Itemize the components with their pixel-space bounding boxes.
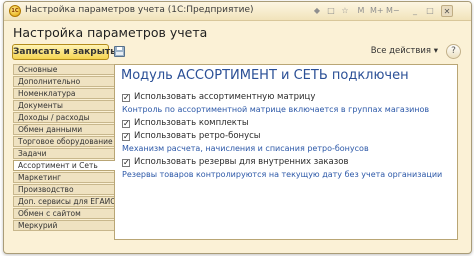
option-kits[interactable]: ✓ Использовать комплекты <box>122 118 249 128</box>
reserves-control-link[interactable]: Резервы товаров контролируются на текущу… <box>122 170 442 179</box>
tab-assortment-network[interactable]: Ассортимент и Сеть <box>13 160 115 171</box>
settings-tabs: Основные Дополнительно Номенклатура Доку… <box>13 64 115 232</box>
assortment-matrix-link[interactable]: Контроль по ассортиментной матрице включ… <box>122 105 429 114</box>
maximize-button[interactable]: □ <box>424 5 436 17</box>
tab-nomenclature[interactable]: Номенклатура <box>13 88 114 99</box>
tab-mercury[interactable]: Меркурий <box>13 220 114 231</box>
module-heading: Модуль АССОРТИМЕНТ и СЕТЬ подключен <box>121 68 409 83</box>
checkbox-retro-bonuses[interactable]: ✓ <box>122 133 130 141</box>
memory-plus-button[interactable]: M+ <box>370 5 384 17</box>
tab-production[interactable]: Производство <box>13 184 114 195</box>
all-actions-menu[interactable]: Все действия ▾ <box>371 46 438 56</box>
help-button[interactable]: ? <box>446 44 461 59</box>
link-icon[interactable]: ◆ <box>311 5 323 17</box>
label-kits: Использовать комплекты <box>134 118 249 128</box>
option-internal-order-reserves[interactable]: ✓ Использовать резервы для внутренних зак… <box>122 157 349 167</box>
page-title: Настройка параметров учета <box>13 25 208 40</box>
option-assortment-matrix[interactable]: ✓ Использовать ассортиментную матрицу <box>122 92 315 102</box>
tab-basic[interactable]: Основные <box>13 64 114 75</box>
checkbox-internal-order-reserves[interactable]: ✓ <box>122 159 130 167</box>
checkbox-kits[interactable]: ✓ <box>122 120 130 128</box>
save-and-close-button[interactable]: Записать и закрыть <box>12 44 116 60</box>
tab-tasks[interactable]: Задачи <box>13 148 114 159</box>
memory-m-button[interactable]: M <box>355 5 367 17</box>
window-title: Настройка параметров учета (1С:Предприят… <box>25 5 254 15</box>
label-internal-order-reserves: Использовать резервы для внутренних зака… <box>134 157 349 167</box>
command-bar: Записать и закрыть Все действия ▾ ? <box>12 44 463 62</box>
tab-additional[interactable]: Дополнительно <box>13 76 114 87</box>
tab-data-exchange[interactable]: Обмен данными <box>13 124 114 135</box>
settings-window: 1С Настройка параметров учета (1С:Предпр… <box>3 1 472 254</box>
tab-income-expenses[interactable]: Доходы / расходы <box>13 112 114 123</box>
title-bar: 1С Настройка параметров учета (1С:Предпр… <box>4 2 471 21</box>
option-retro-bonuses[interactable]: ✓ Использовать ретро-бонусы <box>122 131 261 141</box>
app-logo-icon: 1С <box>9 5 21 17</box>
tab-egais-services[interactable]: Доп. сервисы для ЕГАИС <box>13 196 114 207</box>
label-retro-bonuses: Использовать ретро-бонусы <box>134 131 261 141</box>
retro-bonus-mechanism-link[interactable]: Механизм расчета, начисления и списания … <box>122 144 369 153</box>
tab-marketing[interactable]: Маркетинг <box>13 172 114 183</box>
label-assortment-matrix: Использовать ассортиментную матрицу <box>134 92 316 102</box>
favorite-star-icon[interactable]: ☆ <box>339 5 351 17</box>
assortment-settings-panel: Модуль АССОРТИМЕНТ и СЕТЬ подключен ✓ Исп… <box>114 64 458 240</box>
memory-minus-button[interactable]: M− <box>386 5 400 17</box>
tab-documents[interactable]: Документы <box>13 100 114 111</box>
save-disk-icon[interactable] <box>114 46 125 57</box>
tab-site-exchange[interactable]: Обмен с сайтом <box>13 208 114 219</box>
tab-retail-equipment[interactable]: Торговое оборудование <box>13 136 114 147</box>
close-button[interactable]: ✕ <box>441 5 453 17</box>
minimize-button[interactable]: _ <box>409 5 421 17</box>
copy-icon[interactable]: □ <box>325 5 337 17</box>
checkbox-assortment-matrix[interactable]: ✓ <box>122 94 130 102</box>
